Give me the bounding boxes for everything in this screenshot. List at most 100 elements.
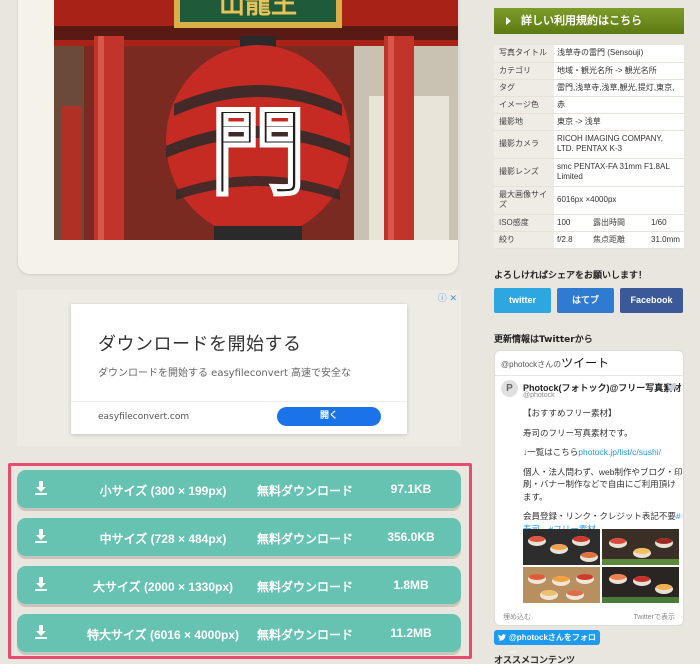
download-label: 無料ダウンロード [256, 628, 354, 642]
download-size-label: 特大サイズ (6016 × 4000px) [86, 628, 240, 642]
meta-value: 31.0mm [648, 231, 684, 249]
tweet-text: 個人・法人問わず、web制作やブログ・印刷・バナー制作などで自由にご利用頂けます… [523, 466, 683, 502]
meta-key: カテゴリ [494, 62, 554, 80]
tweet-text-prefix: ↓一覧はこちら [523, 447, 579, 457]
meta-color-link[interactable]: 赤 [554, 96, 684, 114]
share-facebook-button[interactable]: Facebook [620, 288, 683, 313]
terms-button-label: 詳しい利用規約はこちら [521, 14, 642, 27]
timeline-header-prefix: @photockさんの [501, 360, 562, 369]
updates-title: 更新情報はTwitterから [494, 335, 593, 345]
share-twitter-button[interactable]: twitter [494, 288, 551, 313]
tweet-text: 寿司のフリー写真素材です。 [523, 427, 633, 438]
download-file-size: 11.2MB [390, 626, 432, 640]
meta-key: タグ [494, 79, 554, 97]
meta-tags-links[interactable]: 雷門,浅草寺,浅草,観光,提灯,東京, [554, 79, 684, 97]
tweet-image[interactable] [523, 529, 600, 565]
download-label: 無料ダウンロード [256, 580, 354, 594]
tweet-image-grid[interactable] [523, 529, 679, 603]
tweet-image[interactable] [602, 529, 679, 565]
download-button-small[interactable]: 小サイズ (300 × 199px) 無料ダウンロード 97.1KB [17, 470, 461, 508]
avatar[interactable]: P [501, 380, 518, 397]
download-button-xlarge[interactable]: 特大サイズ (6016 × 4000px) 無料ダウンロード 11.2MB [17, 614, 461, 652]
table-row: カテゴリ 地域・観光名所 -> 観光名所 [494, 62, 684, 80]
download-label: 無料ダウンロード [256, 484, 354, 498]
meta-key: 写真タイトル [494, 45, 554, 63]
twitter-bird-icon[interactable] [667, 382, 677, 392]
meta-key: ISO感度 [494, 214, 554, 232]
download-button-medium[interactable]: 中サイズ (728 × 484px) 無料ダウンロード 356.0KB [17, 518, 461, 556]
meta-key: 撮影レンズ [494, 158, 554, 187]
tweet-text: ↓一覧はこちらphotock.jp/list/c/sushi/ [523, 446, 683, 459]
ad-container: ⓘ ✕ ダウンロードを開始する ダウンロードを開始する easyfileconv… [17, 290, 461, 446]
meta-key: 露出時間 [588, 214, 648, 232]
embed-link[interactable]: 埋め込む [503, 612, 531, 622]
lantern-text: 門 [210, 96, 306, 209]
table-row: ISO感度 100 露出時間 1/60 [494, 214, 684, 232]
download-label: 無料ダウンロード [256, 532, 354, 546]
main-photo: 山龍王 門 [54, 0, 458, 240]
download-icon [35, 529, 47, 543]
ad-card[interactable]: ダウンロードを開始する ダウンロードを開始する easyfileconvert … [71, 304, 407, 434]
meta-value: smc PENTAX-FA 31mm F1.8AL Limited [554, 158, 684, 187]
meta-key: 撮影地 [494, 113, 554, 131]
meta-key: 撮影カメラ [494, 130, 554, 159]
meta-key: 焦点距離 [588, 231, 648, 249]
tweet-image[interactable] [523, 567, 600, 603]
table-row: タグ 雷門,浅草寺,浅草,観光,提灯,東京, [494, 79, 684, 97]
ad-divider [71, 401, 407, 402]
table-row: 撮影地 東京 -> 浅草 [494, 113, 684, 131]
meta-key: 絞り [494, 231, 554, 249]
ad-open-button[interactable]: 開く [277, 407, 381, 426]
share-title: よろしければシェアをお願いします！ [494, 271, 648, 281]
view-on-twitter-link[interactable]: Twitterで表示 [633, 612, 675, 622]
ad-title: ダウンロードを開始する [98, 334, 302, 355]
share-hatena-button[interactable]: はてブ [557, 288, 614, 313]
twitter-bird-icon [498, 634, 506, 641]
timeline-header: @photockさんのツイート [495, 351, 683, 376]
timeline-header-main: ツイート [561, 356, 610, 370]
meta-category-link[interactable]: 地域・観光名所 -> 観光名所 [554, 62, 684, 80]
tweet-text: 【おすすめフリー素材】 [523, 408, 617, 418]
tweet-account-handle[interactable]: @photock [523, 392, 555, 399]
download-file-size: 97.1KB [390, 482, 432, 496]
photo-meta-table: 写真タイトル 浅草寺の雷門 (Sensouji) カテゴリ 地域・観光名所 ->… [494, 45, 684, 249]
table-row: 絞り f/2.8 焦点距離 31.0mm [494, 231, 684, 249]
tweet-image[interactable] [602, 567, 679, 603]
table-row: 写真タイトル 浅草寺の雷門 (Sensouji) [494, 45, 684, 63]
twitter-timeline-embed[interactable]: @photockさんのツイート P Photock(フォトック)@フリー写真素材… [494, 350, 684, 626]
download-button-large[interactable]: 大サイズ (2000 × 1330px) 無料ダウンロード 1.8MB [17, 566, 461, 604]
sign-text: 山龍王 [219, 0, 297, 20]
meta-key: イメージ色 [494, 96, 554, 114]
meta-value: 1/60 [648, 214, 684, 232]
meta-value: f/2.8 [554, 231, 588, 249]
arrow-right-icon [506, 17, 511, 25]
follow-button[interactable]: @photockさんをフォロー [494, 630, 600, 657]
download-icon [35, 481, 47, 495]
download-icon [35, 625, 47, 639]
download-icon [35, 577, 47, 591]
download-file-size: 356.0KB [387, 530, 435, 544]
table-row: イメージ色 赤 [494, 96, 684, 114]
download-size-label: 小サイズ (300 × 199px) [99, 484, 227, 498]
download-size-label: 大サイズ (2000 × 1330px) [92, 580, 234, 594]
download-file-size: 1.8MB [393, 578, 429, 592]
recommend-title: オススメコンテンツ [494, 656, 576, 664]
meta-location-link[interactable]: 東京 -> 浅草 [554, 113, 684, 131]
ad-choices-icon[interactable]: ⓘ ✕ [438, 291, 457, 304]
tweet-link[interactable]: photock.jp/list/c/sushi/ [578, 447, 661, 457]
download-size-label: 中サイズ (728 × 484px) [99, 532, 227, 546]
meta-value: 浅草寺の雷門 (Sensouji) [554, 45, 684, 63]
table-row: 撮影レンズ smc PENTAX-FA 31mm F1.8AL Limited [494, 158, 684, 187]
meta-key: 最大画像サイズ [494, 186, 554, 215]
meta-value: RICOH IMAGING COMPANY, LTD. PENTAX K-3 [554, 130, 684, 159]
ad-url: easyfileconvert.com [98, 412, 190, 422]
tweet-body: 【おすすめフリー素材】 寿司のフリー写真素材です。 ↓一覧はこちらphotock… [523, 407, 683, 542]
meta-value: 100 [554, 214, 588, 232]
tweet-text-prefix: 会員登録・リンク・クレジット表記不要 [523, 511, 676, 521]
table-row: 撮影カメラ RICOH IMAGING COMPANY, LTD. PENTAX… [494, 130, 684, 159]
table-row: 最大画像サイズ 6016px ×4000px [494, 186, 684, 215]
photo-card: 山龍王 門 [18, 0, 458, 274]
terms-button[interactable]: 詳しい利用規約はこちら [494, 8, 684, 34]
ad-description: ダウンロードを開始する easyfileconvert 高速で安全な [98, 368, 352, 379]
meta-value: 6016px ×4000px [554, 186, 684, 215]
